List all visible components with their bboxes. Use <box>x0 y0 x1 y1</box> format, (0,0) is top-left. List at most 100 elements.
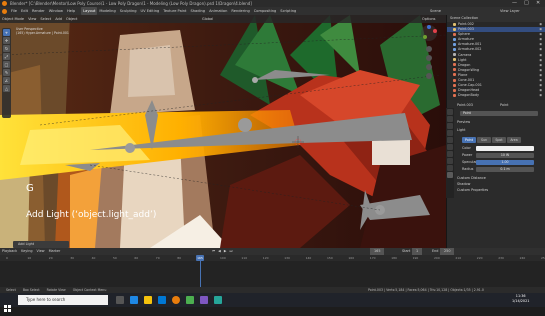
view-layer-tab-icon[interactable] <box>447 130 453 136</box>
light-name-field[interactable]: Point <box>460 111 538 116</box>
light-type-point[interactable]: Point <box>462 137 476 143</box>
file-explorer-icon[interactable] <box>144 296 152 304</box>
radius-field[interactable]: 0.1 m <box>476 167 534 172</box>
scene-selector[interactable]: Scene <box>428 7 443 15</box>
edge-browser-icon[interactable] <box>130 296 138 304</box>
object-type-icon <box>453 83 456 87</box>
menu-window[interactable]: Window <box>47 7 65 15</box>
timeline-tick-label: 240 <box>519 256 526 260</box>
light-type-sun[interactable]: Sun <box>477 137 491 143</box>
add-cube-tool[interactable]: △ <box>3 85 10 92</box>
scale-tool[interactable]: ⤢ <box>3 53 10 60</box>
timeline-tick-label: 110 <box>241 256 248 260</box>
move-tool[interactable]: ✛ <box>3 37 10 44</box>
taskbar-search-input[interactable]: Type here to search <box>18 295 108 305</box>
playback-controls-icon[interactable]: ⏮ ◀ ▶ ⏭ <box>210 248 236 255</box>
section-custom-distance[interactable]: Custom Distance <box>457 176 486 180</box>
last-operator-panel[interactable]: Add Light <box>13 241 69 248</box>
tool-shelf: ⌖ ✛ ↻ ⤢ □ ✎ ∠ △ <box>2 28 11 118</box>
menu-help[interactable]: Help <box>65 7 77 15</box>
close-button[interactable]: ✕ <box>536 0 540 7</box>
tab-texture-paint[interactable]: Texture Paint <box>161 7 188 15</box>
viewport-header: Object Mode View Select Add Object Global Opti… <box>0 15 446 23</box>
visibility-eye-icon[interactable]: ◉ <box>539 93 542 98</box>
object-type-icon <box>453 27 456 31</box>
section-preview[interactable]: Preview <box>457 120 470 124</box>
minimize-button[interactable]: — <box>512 0 517 7</box>
outliner-row-label: Plane <box>458 72 468 77</box>
menu-render[interactable]: Render <box>30 7 47 15</box>
color-label: Color <box>462 146 471 150</box>
tab-sculpting[interactable]: Sculpting <box>118 7 139 15</box>
section-shadow[interactable]: Shadow <box>457 182 470 186</box>
tab-layout[interactable]: Layout <box>81 7 98 15</box>
app3-taskbar-icon[interactable] <box>214 296 222 304</box>
tool-tab-icon[interactable] <box>447 109 453 115</box>
menu-file[interactable]: File <box>9 7 19 15</box>
outliner-row-label: Armature.002 <box>458 47 482 52</box>
object-tab-icon[interactable] <box>447 151 453 157</box>
timeline-ruler[interactable]: 0102030405060708090100110120130140150160… <box>0 255 545 261</box>
world-tab-icon[interactable] <box>447 144 453 150</box>
outliner-row-label: Point.002 <box>458 22 474 26</box>
constraints-tab-icon[interactable] <box>447 165 453 171</box>
transform-orientation[interactable]: Global <box>200 15 215 23</box>
tab-shading[interactable]: Shading <box>188 7 207 15</box>
view-layer-selector[interactable]: View Layer <box>498 7 522 15</box>
annotate-tool[interactable]: ✎ <box>3 69 10 76</box>
timeline-tick-label: 120 <box>262 256 269 260</box>
section-light[interactable]: Light <box>457 128 465 132</box>
system-clock[interactable]: 11:36 1/14/2021 <box>512 294 529 304</box>
windows-start-icon[interactable] <box>4 297 11 312</box>
tab-compositing[interactable]: Compositing <box>252 7 279 15</box>
object-mode-dropdown[interactable]: Object Mode <box>0 17 26 21</box>
view-menu[interactable]: View <box>26 17 38 21</box>
tab-scripting[interactable]: Scripting <box>278 7 298 15</box>
end-frame-field[interactable]: 250 <box>440 248 455 255</box>
light-type-spot[interactable]: Spot <box>492 137 506 143</box>
measure-tool[interactable]: ∠ <box>3 77 10 84</box>
blender-menu-icon[interactable] <box>2 8 7 14</box>
tab-rendering[interactable]: Rendering <box>229 7 251 15</box>
app2-taskbar-icon[interactable] <box>200 296 208 304</box>
add-menu[interactable]: Add <box>53 17 64 21</box>
current-frame-field[interactable]: 165 <box>370 248 385 255</box>
light-type-area[interactable]: Area <box>507 137 521 143</box>
tab-modeling[interactable]: Modeling <box>97 7 117 15</box>
marker-menu[interactable]: Marker <box>47 249 63 253</box>
specular-field[interactable]: 1.00 <box>476 160 534 165</box>
menu-edit[interactable]: Edit <box>19 7 30 15</box>
physics-tab-icon[interactable] <box>447 158 453 164</box>
section-custom-properties[interactable]: Custom Properties <box>457 188 488 192</box>
object-menu[interactable]: Object <box>64 17 79 21</box>
tab-animation[interactable]: Animation <box>207 7 229 15</box>
options-menu[interactable]: Options <box>420 15 438 23</box>
start-frame-field[interactable]: 1 <box>412 248 423 255</box>
scene-tab-icon[interactable] <box>447 137 453 143</box>
store-icon[interactable] <box>158 296 166 304</box>
maximize-button[interactable]: □ <box>524 0 529 7</box>
tab-uv-editing[interactable]: UV Editing <box>139 7 162 15</box>
rotate-tool[interactable]: ↻ <box>3 45 10 52</box>
blender-taskbar-icon[interactable] <box>172 296 180 304</box>
start-label: Start <box>402 249 411 253</box>
outliner-row-label: Armature <box>458 37 474 42</box>
render-tab-icon[interactable] <box>447 116 453 122</box>
view-menu-timeline[interactable]: View <box>35 249 47 253</box>
app-taskbar-icon[interactable] <box>186 296 194 304</box>
power-field[interactable]: 10 W <box>476 153 534 158</box>
playback-menu[interactable]: Playback <box>0 249 19 253</box>
task-view-icon[interactable] <box>116 296 124 304</box>
select-menu[interactable]: Select <box>38 17 53 21</box>
output-tab-icon[interactable] <box>447 123 453 129</box>
transform-tool[interactable]: □ <box>3 61 10 68</box>
keying-menu[interactable]: Keying <box>19 249 34 253</box>
navigation-gizmo[interactable] <box>415 23 443 83</box>
color-swatch[interactable] <box>476 146 534 151</box>
outliner-row[interactable]: DragonBody ◉ <box>447 93 545 98</box>
timeline-tick-label: 80 <box>177 256 182 260</box>
light-data-tab-icon[interactable] <box>447 172 453 178</box>
timeline-tick-label: 210 <box>455 256 462 260</box>
select-box-tool[interactable]: ⌖ <box>3 29 10 36</box>
object-type-icon <box>453 73 456 77</box>
